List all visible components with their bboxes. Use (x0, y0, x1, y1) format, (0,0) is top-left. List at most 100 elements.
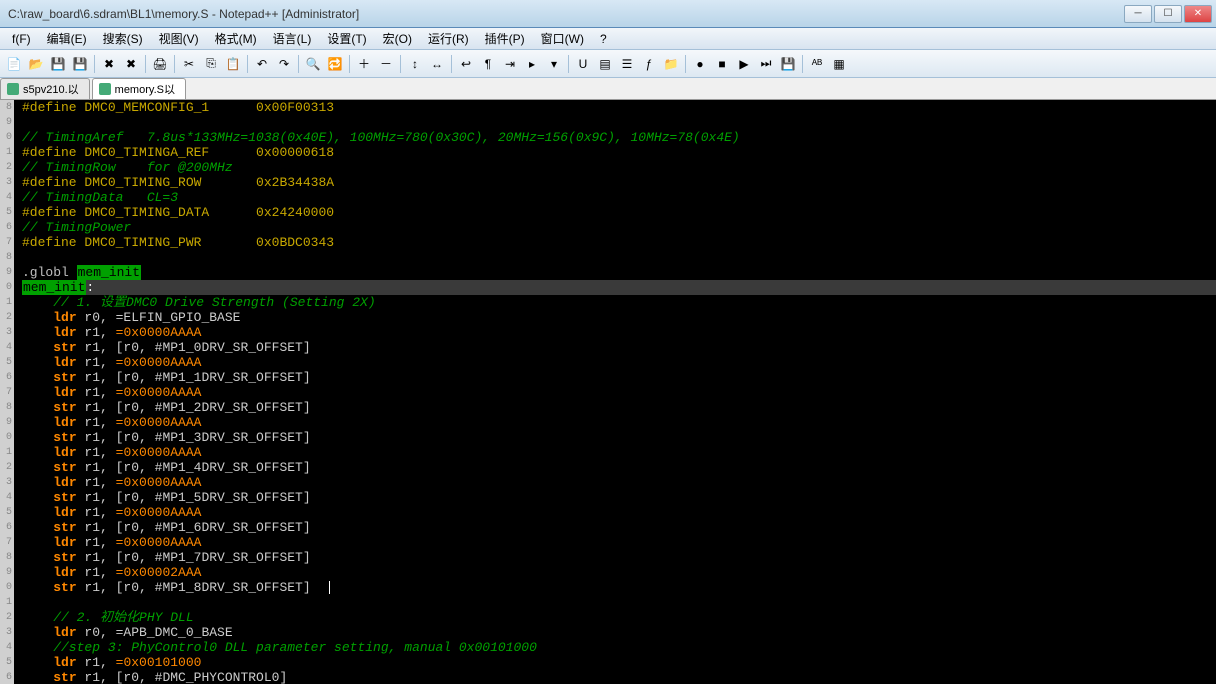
close-all-icon[interactable]: ✖ (121, 54, 141, 74)
code-line[interactable]: ldr r1, =0x0000AAAA (22, 505, 1216, 520)
code-line[interactable]: str r1, [r0, #DMC_PHYCONTROL0] (22, 670, 1216, 684)
code-line[interactable]: str r1, [r0, #MP1_3DRV_SR_OFFSET] (22, 430, 1216, 445)
menu-item[interactable]: 插件(P) (477, 28, 533, 49)
toolbar-separator (94, 55, 95, 73)
code-line[interactable]: ldr r1, =0x0000AAAA (22, 475, 1216, 490)
menu-item[interactable]: 搜索(S) (95, 28, 151, 49)
code-line[interactable]: mem_init: (22, 280, 1216, 295)
sync-h-icon[interactable]: ↔ (427, 54, 447, 74)
code-line[interactable]: ldr r1, =0x00002AAA (22, 565, 1216, 580)
udl-icon[interactable]: U (573, 54, 593, 74)
code-line[interactable]: ldr r1, =0x00101000 (22, 655, 1216, 670)
code-line[interactable]: str r1, [r0, #MP1_2DRV_SR_OFFSET] (22, 400, 1216, 415)
code-line[interactable]: str r1, [r0, #MP1_8DRV_SR_OFFSET] (22, 580, 1216, 595)
minimize-button[interactable]: ─ (1124, 5, 1152, 23)
code-line[interactable]: str r1, [r0, #MP1_1DRV_SR_OFFSET] (22, 370, 1216, 385)
sync-v-icon[interactable]: ↕ (405, 54, 425, 74)
code-line[interactable]: // TimingPower (22, 220, 1216, 235)
indent-icon[interactable]: ⇥ (500, 54, 520, 74)
menu-item[interactable]: 宏(O) (375, 28, 420, 49)
code-line[interactable]: //step 3: PhyControl0 DLL parameter sett… (22, 640, 1216, 655)
code-line[interactable]: ldr r1, =0x0000AAAA (22, 385, 1216, 400)
save-macro-icon[interactable]: 💾 (778, 54, 798, 74)
close-icon[interactable]: ✖ (99, 54, 119, 74)
code-line[interactable]: ldr r1, =0x0000AAAA (22, 325, 1216, 340)
code-line[interactable]: #define DMC0_TIMINGA_REF 0x00000618 (22, 145, 1216, 160)
zoom-in-icon[interactable]: ＋ (354, 54, 374, 74)
code-line[interactable]: // TimingRow for @200MHz (22, 160, 1216, 175)
wordwrap-icon[interactable]: ↩ (456, 54, 476, 74)
menu-item[interactable]: 运行(R) (420, 28, 477, 49)
editor-tab[interactable]: s5pv210.以 (0, 78, 90, 99)
menu-item[interactable]: f(F) (4, 30, 39, 48)
close-window-button[interactable]: ✕ (1184, 5, 1212, 23)
code-line[interactable]: #define DMC0_MEMCONFIG_1 0x00F00313 (22, 100, 1216, 115)
menu-item[interactable]: ? (592, 30, 615, 48)
play-multi-icon[interactable]: ⏭ (756, 54, 776, 74)
play-macro-icon[interactable]: ▶ (734, 54, 754, 74)
code-line[interactable]: ldr r0, =APB_DMC_0_BASE (22, 625, 1216, 640)
code-line[interactable]: str r1, [r0, #MP1_5DRV_SR_OFFSET] (22, 490, 1216, 505)
code-line[interactable]: str r1, [r0, #MP1_4DRV_SR_OFFSET] (22, 460, 1216, 475)
menu-item[interactable]: 编辑(E) (39, 28, 95, 49)
code-line[interactable]: #define DMC0_TIMING_PWR 0x0BDC0343 (22, 235, 1216, 250)
code-line[interactable]: ldr r1, =0x0000AAAA (22, 415, 1216, 430)
paste-icon[interactable]: 📋 (223, 54, 243, 74)
unfold-icon[interactable]: ▾ (544, 54, 564, 74)
editor-area[interactable]: 890123456789012345678901234567890123456 … (0, 100, 1216, 684)
maximize-button[interactable]: ☐ (1154, 5, 1182, 23)
toolbar-separator (298, 55, 299, 73)
toolbar: 📄📂💾💾✖✖🖨✂⎘📋↶↷🔍🔁＋－↕↔↩¶⇥▸▾U▤☰ƒ📁●■▶⏭💾ᴬᴮ▦ (0, 50, 1216, 78)
copy-icon[interactable]: ⎘ (201, 54, 221, 74)
save-icon[interactable]: 💾 (48, 54, 68, 74)
menu-item[interactable]: 窗口(W) (533, 28, 592, 49)
window-titlebar: C:\raw_board\6.sdram\BL1\memory.S - Note… (0, 0, 1216, 28)
folder-icon[interactable]: 📁 (661, 54, 681, 74)
code-line[interactable]: // TimingAref 7.8us*133MHz=1038(0x40E), … (22, 130, 1216, 145)
spellcheck-icon[interactable]: ᴬᴮ (807, 54, 827, 74)
code-line[interactable] (22, 115, 1216, 130)
code-line[interactable]: str r1, [r0, #MP1_7DRV_SR_OFFSET] (22, 550, 1216, 565)
code-line[interactable] (22, 595, 1216, 610)
print-icon[interactable]: 🖨 (150, 54, 170, 74)
code-line[interactable]: // TimingData CL=3 (22, 190, 1216, 205)
doc-map-icon[interactable]: ▤ (595, 54, 615, 74)
zoom-out-icon[interactable]: － (376, 54, 396, 74)
new-file-icon[interactable]: 📄 (4, 54, 24, 74)
find-icon[interactable]: 🔍 (303, 54, 323, 74)
menu-item[interactable]: 语言(L) (265, 28, 320, 49)
replace-icon[interactable]: 🔁 (325, 54, 345, 74)
save-all-icon[interactable]: 💾 (70, 54, 90, 74)
undo-icon[interactable]: ↶ (252, 54, 272, 74)
code-area[interactable]: #define DMC0_MEMCONFIG_1 0x00F00313 // T… (14, 100, 1216, 684)
fold-icon[interactable]: ▸ (522, 54, 542, 74)
window-controls: ─ ☐ ✕ (1124, 5, 1212, 23)
cut-icon[interactable]: ✂ (179, 54, 199, 74)
code-line[interactable]: ldr r1, =0x0000AAAA (22, 535, 1216, 550)
code-line[interactable]: .globl mem_init (22, 265, 1216, 280)
toolbar-separator (685, 55, 686, 73)
editor-tab[interactable]: memory.S以 (92, 78, 186, 99)
menu-item[interactable]: 视图(V) (151, 28, 207, 49)
code-line[interactable]: // 2. 初始化PHY DLL (22, 610, 1216, 625)
code-line[interactable]: ldr r0, =ELFIN_GPIO_BASE (22, 310, 1216, 325)
code-line[interactable]: str r1, [r0, #MP1_6DRV_SR_OFFSET] (22, 520, 1216, 535)
menu-item[interactable]: 设置(T) (319, 28, 374, 49)
code-line[interactable]: #define DMC0_TIMING_ROW 0x2B34438A (22, 175, 1216, 190)
code-line[interactable]: str r1, [r0, #MP1_0DRV_SR_OFFSET] (22, 340, 1216, 355)
rec-macro-icon[interactable]: ● (690, 54, 710, 74)
redo-icon[interactable]: ↷ (274, 54, 294, 74)
open-file-icon[interactable]: 📂 (26, 54, 46, 74)
code-line[interactable]: // 1. 设置DMC0 Drive Strength (Setting 2X) (22, 295, 1216, 310)
menu-item[interactable]: 格式(M) (207, 28, 265, 49)
stop-macro-icon[interactable]: ■ (712, 54, 732, 74)
code-line[interactable]: #define DMC0_TIMING_DATA 0x24240000 (22, 205, 1216, 220)
code-line[interactable]: ldr r1, =0x0000AAAA (22, 445, 1216, 460)
toggle-icon[interactable]: ▦ (829, 54, 849, 74)
code-line[interactable] (22, 250, 1216, 265)
code-line[interactable]: ldr r1, =0x0000AAAA (22, 355, 1216, 370)
toolbar-separator (174, 55, 175, 73)
show-all-icon[interactable]: ¶ (478, 54, 498, 74)
func-list-icon[interactable]: ƒ (639, 54, 659, 74)
doc-list-icon[interactable]: ☰ (617, 54, 637, 74)
